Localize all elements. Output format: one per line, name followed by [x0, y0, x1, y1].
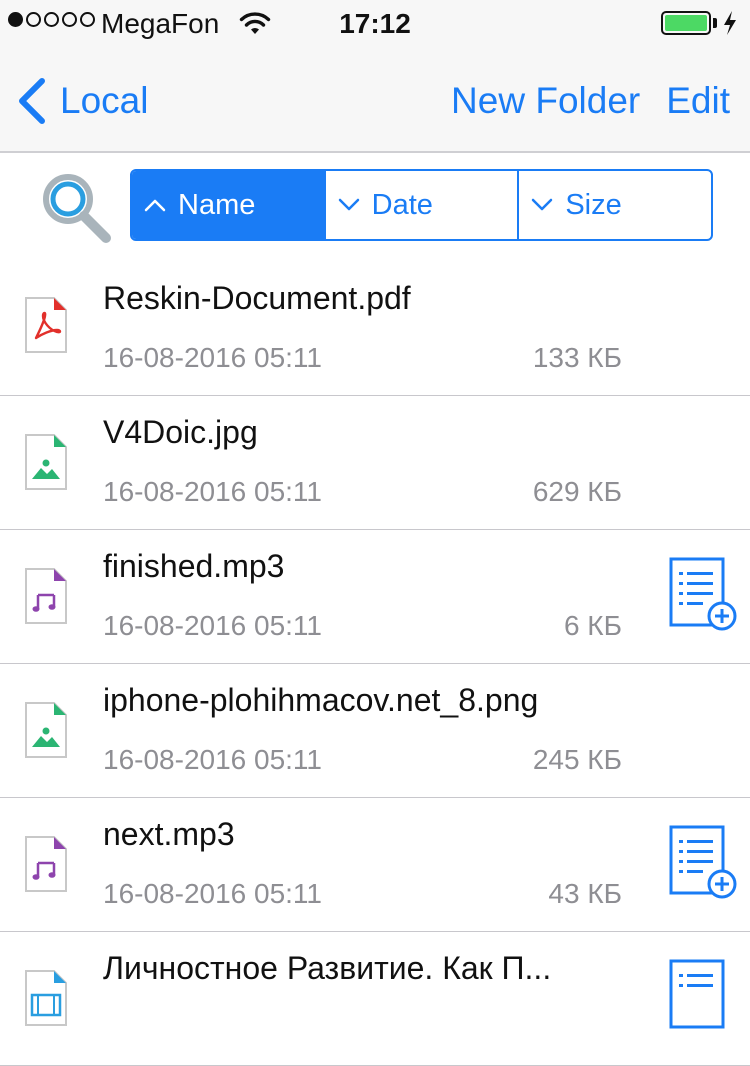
back-button[interactable]: Local [14, 76, 148, 126]
charging-icon [724, 11, 736, 35]
audio-file-icon [25, 836, 67, 892]
sort-by-date[interactable]: Date [323, 171, 518, 239]
pdf-file-icon [25, 297, 67, 353]
sort-by-size[interactable]: Size [517, 171, 711, 239]
file-list: Reskin-Document.pdf 16-08-2016 05:11 133… [0, 262, 750, 1066]
back-label: Local [60, 80, 149, 121]
sort-label: Date [371, 188, 433, 221]
file-name: next.mp3 [103, 816, 235, 852]
new-folder-button[interactable]: New Folder [451, 80, 640, 122]
file-date: 16-08-2016 05:11 [103, 476, 322, 507]
image-file-icon [25, 702, 67, 758]
file-size: 6 КБ [563, 610, 622, 641]
search-icon[interactable] [36, 168, 116, 244]
file-row[interactable]: Reskin-Document.pdf 16-08-2016 05:11 133… [0, 262, 750, 396]
file-size: 133 КБ [532, 342, 622, 373]
battery-fill [665, 15, 707, 31]
chevron-up-icon [144, 199, 166, 212]
battery-cap [713, 18, 717, 28]
add-to-playlist-icon[interactable] [668, 958, 738, 1034]
chevron-down-icon [338, 198, 359, 211]
file-name: iphone-plohihmacov.net_8.png [103, 682, 539, 718]
file-size: 245 КБ [532, 744, 622, 775]
file-size: 629 КБ [532, 476, 622, 507]
file-date: 16-08-2016 05:11 [103, 342, 322, 373]
sort-by-name[interactable]: Name [132, 171, 324, 239]
file-size: 43 КБ [548, 878, 622, 909]
battery-icon [661, 11, 711, 35]
file-name: Reskin-Document.pdf [103, 280, 411, 316]
file-date: 16-08-2016 05:11 [103, 610, 322, 641]
file-row[interactable]: V4Doic.jpg 16-08-2016 05:11 629 КБ [0, 396, 750, 530]
sort-label: Size [565, 188, 622, 221]
file-date: 16-08-2016 05:11 [103, 744, 322, 775]
file-name: V4Doic.jpg [103, 414, 258, 450]
file-row[interactable]: next.mp3 16-08-2016 05:11 43 КБ [0, 798, 750, 932]
image-file-icon [25, 434, 67, 490]
video-file-icon [25, 970, 67, 1026]
audio-file-icon [25, 568, 67, 624]
file-row[interactable]: Личностное Развитие. Как П... [0, 932, 750, 1066]
file-name: finished.mp3 [103, 548, 285, 584]
file-date: 16-08-2016 05:11 [103, 878, 322, 909]
chevron-left-icon [19, 78, 45, 124]
clock: 17:12 [339, 8, 411, 39]
file-row[interactable]: finished.mp3 16-08-2016 05:11 6 КБ [0, 530, 750, 664]
add-to-playlist-icon[interactable] [668, 824, 738, 900]
top-bar: MegaFon 17:12 Local New Folder Edit [0, 0, 750, 153]
nav-actions: New Folder Edit [451, 76, 730, 126]
sort-segmented-control: Name Date Size [130, 169, 713, 241]
file-row[interactable]: iphone-plohihmacov.net_8.png 16-08-2016 … [0, 664, 750, 798]
edit-button[interactable]: Edit [666, 80, 730, 122]
status-bar: MegaFon 17:12 [0, 0, 750, 46]
add-to-playlist-icon[interactable] [668, 556, 738, 632]
file-name: Личностное Развитие. Как П... [103, 950, 552, 986]
sort-label: Name [178, 188, 256, 221]
chevron-down-icon [532, 198, 553, 211]
